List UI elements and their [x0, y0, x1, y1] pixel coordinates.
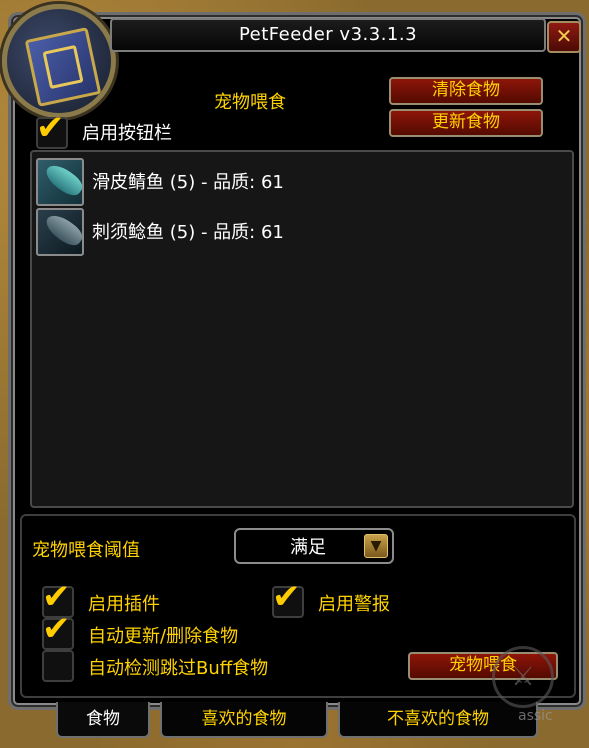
checkmark-icon: ✔: [272, 577, 301, 617]
close-button[interactable]: ✕: [547, 21, 581, 53]
watermark-text: assic: [518, 708, 553, 724]
portrait-frame: [2, 4, 116, 118]
catfish-icon: [36, 208, 84, 256]
close-icon: ✕: [555, 24, 573, 48]
threshold-label: 宠物喂食阈值: [32, 540, 140, 561]
mackerel-fish-icon: [36, 158, 84, 206]
arrow-down-icon[interactable]: ▼: [364, 534, 388, 558]
auto-update-checkbox[interactable]: ✔: [42, 612, 74, 650]
auto-detect-buff-label: 自动检测跳过Buff食物: [88, 658, 269, 679]
enable-alert-label: 启用警报: [318, 594, 390, 615]
tab-disliked-food[interactable]: 不喜欢的食物: [338, 702, 538, 738]
tab-food[interactable]: 食物: [56, 702, 150, 738]
checkmark-icon: ✔: [36, 108, 65, 148]
book-emblem: [42, 44, 84, 90]
enable-alert-checkbox[interactable]: ✔: [272, 580, 304, 618]
auto-detect-buff-checkbox[interactable]: [42, 650, 74, 682]
threshold-dropdown[interactable]: 满足 ▼: [234, 528, 394, 564]
food-item-name: 刺须鲶鱼 (5) - 品质: 61: [92, 222, 284, 243]
list-item[interactable]: 刺须鲶鱼 (5) - 品质: 61: [36, 208, 556, 256]
section-title: 宠物喂食: [214, 92, 286, 113]
food-list[interactable]: 滑皮鲭鱼 (5) - 品质: 61 刺须鲶鱼 (5) - 品质: 61: [30, 150, 574, 508]
list-item[interactable]: 滑皮鲭鱼 (5) - 品质: 61: [36, 158, 556, 206]
food-item-name: 滑皮鲭鱼 (5) - 品质: 61: [92, 172, 284, 193]
tab-liked-food[interactable]: 喜欢的食物: [160, 702, 328, 738]
book-icon: [24, 27, 102, 107]
watermark-logo: ⚔: [492, 646, 554, 708]
auto-update-label: 自动更新/删除食物: [88, 626, 239, 647]
enable-plugin-label: 启用插件: [88, 594, 160, 615]
clear-food-button[interactable]: 清除食物: [389, 77, 543, 105]
enable-button-bar-checkbox[interactable]: ✔: [36, 111, 68, 149]
threshold-value: 满足: [290, 537, 326, 558]
window-title: PetFeeder v3.3.1.3: [110, 18, 546, 52]
checkmark-icon: ✔: [42, 609, 71, 649]
refresh-food-button[interactable]: 更新食物: [389, 109, 543, 137]
enable-button-bar-label: 启用按钮栏: [82, 123, 172, 144]
